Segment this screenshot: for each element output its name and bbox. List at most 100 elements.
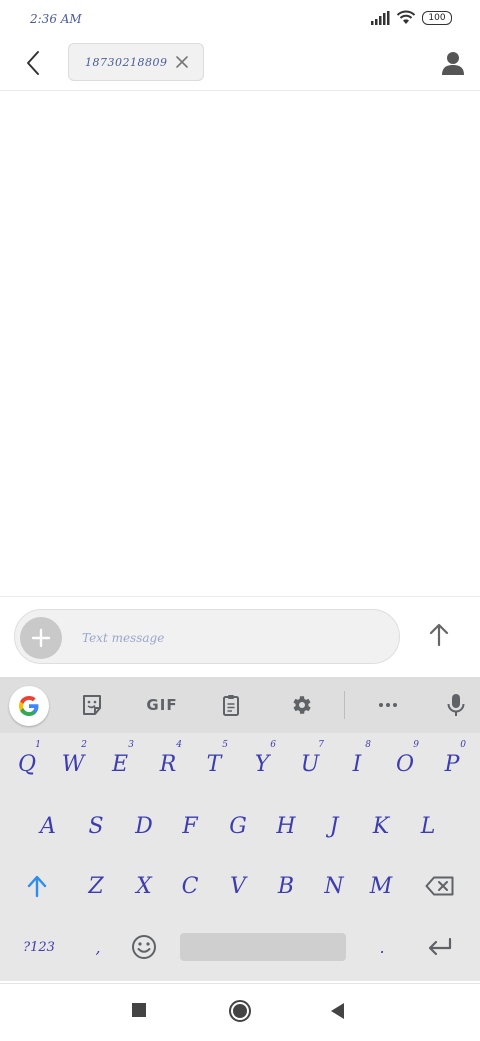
recents-square-icon xyxy=(132,1003,146,1017)
key-label: X xyxy=(136,873,152,899)
key-hint: 9 xyxy=(413,740,419,750)
key-f[interactable]: F xyxy=(170,802,210,850)
key-e[interactable]: E3 xyxy=(100,740,140,788)
recipient-chip[interactable]: 18730218809 xyxy=(68,43,204,81)
backspace-key[interactable] xyxy=(420,862,460,910)
key-label: P xyxy=(444,751,460,777)
clipboard-icon xyxy=(223,695,239,716)
key-u[interactable]: U7 xyxy=(290,740,330,788)
key-label: N xyxy=(324,873,344,899)
key-q[interactable]: Q1 xyxy=(7,740,47,788)
key-j[interactable]: J xyxy=(314,802,354,850)
gif-button[interactable]: GIF xyxy=(142,688,182,722)
key-label: R xyxy=(159,751,177,777)
more-button[interactable] xyxy=(371,688,405,722)
close-icon[interactable] xyxy=(175,55,189,69)
key-m[interactable]: M xyxy=(361,862,401,910)
key-label: T xyxy=(206,751,222,777)
key-hint: 7 xyxy=(318,740,324,750)
key-hint: 4 xyxy=(176,740,182,750)
key-label: Q xyxy=(17,751,37,777)
key-hint: 3 xyxy=(128,740,134,750)
key-k[interactable]: K xyxy=(361,802,401,850)
plus-icon xyxy=(31,628,51,648)
key-label: B xyxy=(277,873,295,899)
mic-icon xyxy=(447,694,465,716)
key-label: D xyxy=(135,813,153,839)
shift-arrow-icon xyxy=(27,875,47,898)
message-input[interactable] xyxy=(72,620,394,656)
key-c[interactable]: C xyxy=(170,862,210,910)
key-i[interactable]: I8 xyxy=(337,740,377,788)
backspace-icon xyxy=(425,876,454,896)
key-label: O xyxy=(395,751,415,777)
key-label: M xyxy=(369,873,393,899)
emoji-key[interactable] xyxy=(124,923,164,971)
key-label: S xyxy=(88,813,104,839)
google-button[interactable] xyxy=(9,686,49,726)
key-n[interactable]: N xyxy=(314,862,354,910)
shift-key[interactable] xyxy=(17,862,57,910)
key-a[interactable]: A xyxy=(28,802,68,850)
key-t[interactable]: T5 xyxy=(194,740,234,788)
compose-divider xyxy=(0,596,480,597)
enter-key[interactable] xyxy=(420,923,460,971)
key-x[interactable]: X xyxy=(124,862,164,910)
clipboard-button[interactable] xyxy=(214,688,248,722)
key-p[interactable]: P0 xyxy=(432,740,472,788)
space-bar[interactable] xyxy=(180,933,346,961)
comma-label: , xyxy=(95,937,101,957)
back-arrow-icon xyxy=(27,51,39,75)
send-arrow-icon xyxy=(429,623,449,647)
contact-icon xyxy=(442,52,464,75)
emoji-icon xyxy=(132,935,156,959)
send-button[interactable] xyxy=(424,620,454,650)
home-button[interactable] xyxy=(228,999,252,1027)
key-label: E xyxy=(111,751,129,777)
key-h[interactable]: H xyxy=(266,802,306,850)
key-label: I xyxy=(352,751,362,777)
symbols-key[interactable]: ?123 xyxy=(14,923,64,971)
back-triangle-icon xyxy=(331,1003,344,1019)
key-l[interactable]: L xyxy=(408,802,448,850)
key-y[interactable]: Y6 xyxy=(242,740,282,788)
attach-button[interactable] xyxy=(20,617,62,659)
sticker-icon xyxy=(83,695,101,715)
key-label: L xyxy=(420,813,436,839)
key-label: C xyxy=(181,873,199,899)
key-hint: 1 xyxy=(35,740,41,750)
key-z[interactable]: Z xyxy=(76,862,116,910)
gif-label: GIF xyxy=(146,696,178,714)
battery-icon: 100 xyxy=(422,10,452,25)
key-hint: 0 xyxy=(460,740,466,750)
period-key[interactable]: . xyxy=(362,923,402,971)
key-s[interactable]: S xyxy=(76,802,116,850)
key-o[interactable]: O9 xyxy=(385,740,425,788)
message-thread xyxy=(0,91,480,596)
key-b[interactable]: B xyxy=(266,862,306,910)
mic-button[interactable] xyxy=(439,688,473,722)
key-label: F xyxy=(182,813,198,839)
sticker-button[interactable] xyxy=(75,688,109,722)
key-hint: 5 xyxy=(222,740,228,750)
key-g[interactable]: G xyxy=(218,802,258,850)
recents-button[interactable] xyxy=(130,1001,150,1025)
key-v[interactable]: V xyxy=(218,862,258,910)
contact-button[interactable] xyxy=(440,50,466,76)
key-hint: 6 xyxy=(270,740,276,750)
settings-button[interactable] xyxy=(284,688,318,722)
key-label: H xyxy=(276,813,296,839)
key-d[interactable]: D xyxy=(124,802,164,850)
key-label: V xyxy=(230,873,246,899)
key-label: W xyxy=(61,751,85,777)
key-w[interactable]: W2 xyxy=(53,740,93,788)
key-label: G xyxy=(229,813,247,839)
recipient-number: 18730218809 xyxy=(85,55,168,69)
back-button[interactable] xyxy=(20,48,48,78)
comma-key[interactable]: , xyxy=(78,923,118,971)
key-label: Y xyxy=(254,751,270,777)
status-time: 2:36 AM xyxy=(30,12,82,26)
key-label: U xyxy=(300,751,320,777)
nav-back-button[interactable] xyxy=(328,1001,348,1025)
key-r[interactable]: R4 xyxy=(148,740,188,788)
